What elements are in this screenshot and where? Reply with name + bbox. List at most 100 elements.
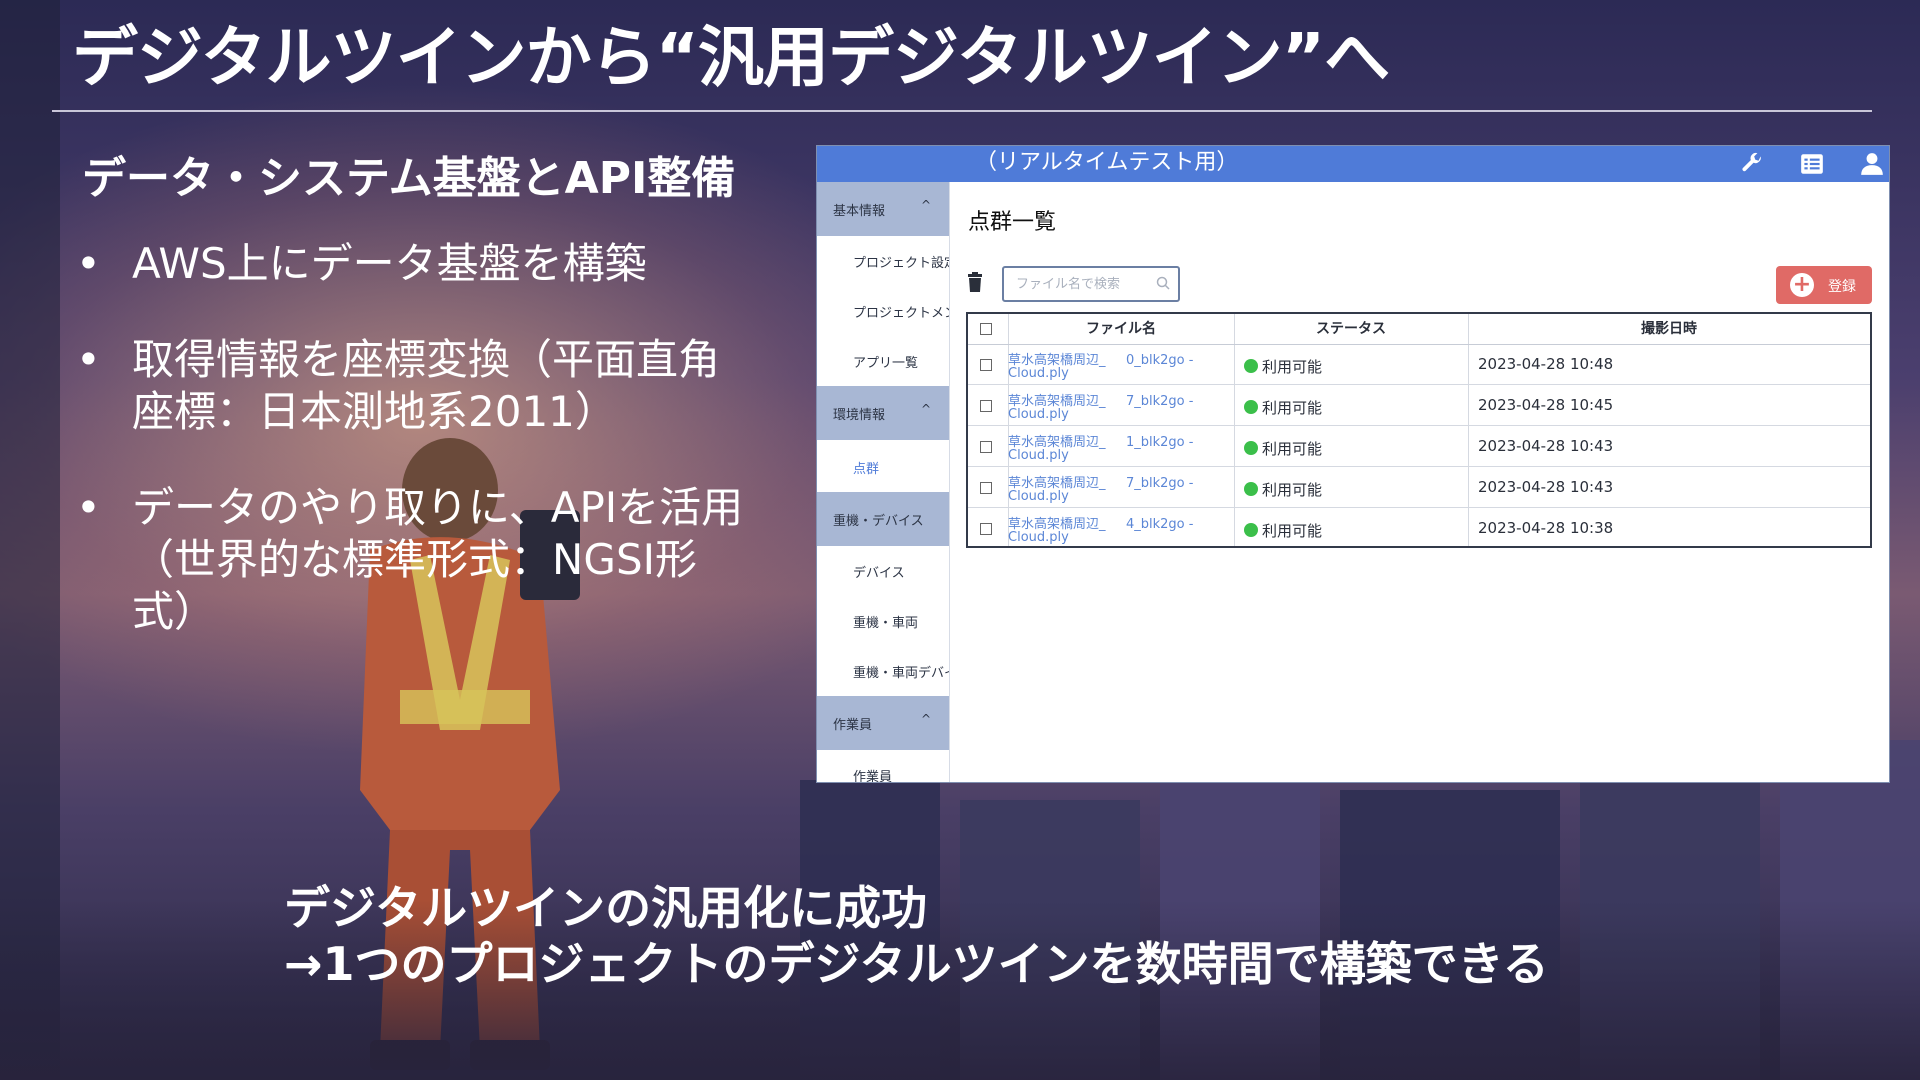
table-row[interactable]: 草水高架橋周辺_ 1_blk2go - Cloud.ply 利用可能 2023-… [968, 426, 1870, 467]
sidebar-item-workers[interactable]: 作業員 [853, 766, 949, 782]
conclusion-line: →1つのプロジェクトのデジタルツインを数時間で構築できる [284, 937, 1549, 991]
app-title: （リアルタイムテスト用） [975, 150, 1239, 175]
status-text: 利用可能 [1262, 358, 1323, 376]
datetime-cell: 2023-04-28 10:43 [1478, 478, 1614, 496]
bullet-item: • 取得情報を座標変換（平面直角 座標：日本測地系2011） [72, 334, 792, 438]
datetime-cell: 2023-04-28 10:38 [1478, 519, 1614, 537]
table-row[interactable]: 草水高架橋周辺_ 7_blk2go - Cloud.ply 利用可能 2023-… [968, 467, 1870, 508]
chevron-up-icon: ^ [920, 198, 931, 212]
file-name-part: 7_blk2go - [1126, 394, 1194, 409]
sidebar-group-label: 作業員 [833, 718, 873, 733]
sidebar-group-label: 環境情報 [833, 408, 886, 423]
bullet-marker: • [76, 239, 101, 288]
sidebar-item-project-members[interactable]: プロジェクトメンバー [853, 302, 949, 321]
status-cell: 利用可能 [1244, 438, 1322, 459]
bullet-item: • データのやり取りに、APIを活用 （世界的な標準形式：NGSI形 式） [72, 482, 792, 638]
file-link[interactable]: 草水高架橋周辺_ 7_blk2go - Cloud.ply [1008, 477, 1198, 503]
app-header: （リアルタイムテスト用） [817, 146, 1889, 182]
file-name-part: 7_blk2go - [1126, 476, 1194, 491]
search-icon[interactable] [1156, 276, 1170, 290]
file-link[interactable]: 草水高架橋周辺_ 7_blk2go - Cloud.ply [1008, 395, 1198, 421]
slide-title: デジタルツインから“汎用デジタルツイン”へ [72, 19, 1390, 96]
datetime-cell: 2023-04-28 10:43 [1478, 437, 1614, 455]
conclusion-text: デジタルツインの汎用化に成功 →1つのプロジェクトのデジタルツインを数時間で構築… [284, 880, 1549, 992]
wrench-icon[interactable] [1739, 151, 1765, 177]
file-name-part: Cloud.ply [1008, 407, 1069, 422]
row-checkbox[interactable] [980, 441, 992, 453]
column-header-status[interactable]: ステータス [1234, 314, 1468, 344]
status-cell: 利用可能 [1244, 356, 1322, 377]
check-circle-icon [1244, 400, 1258, 414]
status-text: 利用可能 [1262, 399, 1323, 417]
page-title: 点群一覧 [968, 210, 1057, 235]
point-cloud-table: ファイル名 ステータス 撮影日時 草水高架橋周辺_ 0_blk2go - Clo… [966, 312, 1872, 548]
search-box [1002, 266, 1180, 302]
bullet-text: 取得情報を座標変換（平面直角 [132, 335, 721, 384]
file-name-part: Cloud.ply [1008, 530, 1069, 545]
status-text: 利用可能 [1262, 440, 1323, 458]
file-name-part: 4_blk2go - [1126, 517, 1194, 532]
app-sidebar: 基本情報 ^ プロジェクト設定 プロジェクトメンバー アプリ一覧 環境情報 ^ … [817, 182, 950, 782]
status-cell: 利用可能 [1244, 479, 1322, 500]
bullet-text: 式） [132, 587, 217, 636]
check-circle-icon [1244, 482, 1258, 496]
chevron-up-icon: ^ [920, 402, 931, 416]
select-all-checkbox[interactable] [980, 323, 992, 335]
row-checkbox[interactable] [980, 523, 992, 535]
table-header: ファイル名 ステータス 撮影日時 [968, 314, 1870, 345]
bullet-marker: • [76, 483, 101, 532]
slide-subtitle: データ・システム基盤とAPI整備 [82, 153, 736, 204]
bullet-text: AWS上にデータ基盤を構築 [132, 239, 647, 288]
sidebar-item-point-cloud[interactable]: 点群 [853, 458, 949, 477]
file-link[interactable]: 草水高架橋周辺_ 1_blk2go - Cloud.ply [1008, 436, 1198, 462]
file-link[interactable]: 草水高架橋周辺_ 4_blk2go - Cloud.ply [1008, 518, 1198, 544]
file-name-part: Cloud.ply [1008, 448, 1069, 463]
bullet-text: データのやり取りに、APIを活用 [132, 483, 744, 532]
sidebar-group-environment[interactable]: 環境情報 ^ [817, 386, 949, 440]
datetime-cell: 2023-04-28 10:48 [1478, 355, 1614, 373]
conclusion-line: デジタルツインの汎用化に成功 [284, 881, 928, 935]
row-checkbox[interactable] [980, 359, 992, 371]
sidebar-group-label: 重機・デバイス [833, 514, 924, 529]
sidebar-item-project-settings[interactable]: プロジェクト設定 [853, 252, 949, 271]
row-checkbox[interactable] [980, 400, 992, 412]
datetime-cell: 2023-04-28 10:45 [1478, 396, 1614, 414]
title-divider [52, 110, 1872, 112]
sidebar-group-basic[interactable]: 基本情報 ^ [817, 182, 949, 236]
user-icon[interactable] [1859, 151, 1885, 177]
row-checkbox[interactable] [980, 482, 992, 494]
check-circle-icon [1244, 523, 1258, 537]
table-row[interactable]: 草水高架橋周辺_ 7_blk2go - Cloud.ply 利用可能 2023-… [968, 385, 1870, 426]
sidebar-group-machinery[interactable]: 重機・デバイス [817, 492, 949, 546]
status-text: 利用可能 [1262, 481, 1323, 499]
list-icon[interactable] [1799, 151, 1825, 177]
sidebar-item-vehicles[interactable]: 重機・車両 [853, 612, 949, 631]
search-input[interactable] [1014, 268, 1158, 300]
chevron-up-icon: ^ [920, 712, 931, 726]
bullet-marker: • [76, 335, 101, 384]
file-link[interactable]: 草水高架橋周辺_ 0_blk2go - Cloud.ply [1008, 354, 1198, 380]
bullet-list: • AWS上にデータ基盤を構築 • 取得情報を座標変換（平面直角 座標：日本測地… [72, 238, 792, 682]
table-row[interactable]: 草水高架橋周辺_ 4_blk2go - Cloud.ply 利用可能 2023-… [968, 508, 1870, 548]
sidebar-item-apps[interactable]: アプリ一覧 [853, 352, 949, 371]
bullet-text: （世界的な標準形式：NGSI形 [132, 535, 698, 584]
register-button[interactable]: + 登録 [1776, 266, 1872, 304]
trash-icon[interactable] [966, 272, 984, 292]
plus-icon: + [1790, 273, 1814, 297]
file-name-part: Cloud.ply [1008, 489, 1069, 504]
sidebar-group-label: 基本情報 [833, 204, 886, 219]
sidebar-item-devices[interactable]: デバイス [853, 562, 949, 581]
table-row[interactable]: 草水高架橋周辺_ 0_blk2go - Cloud.ply 利用可能 2023-… [968, 344, 1870, 385]
file-name-part: 1_blk2go - [1126, 435, 1194, 450]
check-circle-icon [1244, 441, 1258, 455]
column-header-filename[interactable]: ファイル名 [1008, 314, 1234, 344]
status-cell: 利用可能 [1244, 520, 1322, 541]
check-circle-icon [1244, 359, 1258, 373]
status-cell: 利用可能 [1244, 397, 1322, 418]
main-panel: 点群一覧 + 登録 ファイル名 ステータス 撮影日時 [950, 182, 1889, 782]
bullet-text: 座標：日本測地系2011） [132, 387, 617, 436]
register-button-label: 登録 [1828, 279, 1856, 295]
sidebar-item-vehicle-devices[interactable]: 重機・車両デバイス [853, 662, 949, 681]
sidebar-group-workers[interactable]: 作業員 ^ [817, 696, 949, 750]
column-header-datetime[interactable]: 撮影日時 [1468, 314, 1870, 344]
